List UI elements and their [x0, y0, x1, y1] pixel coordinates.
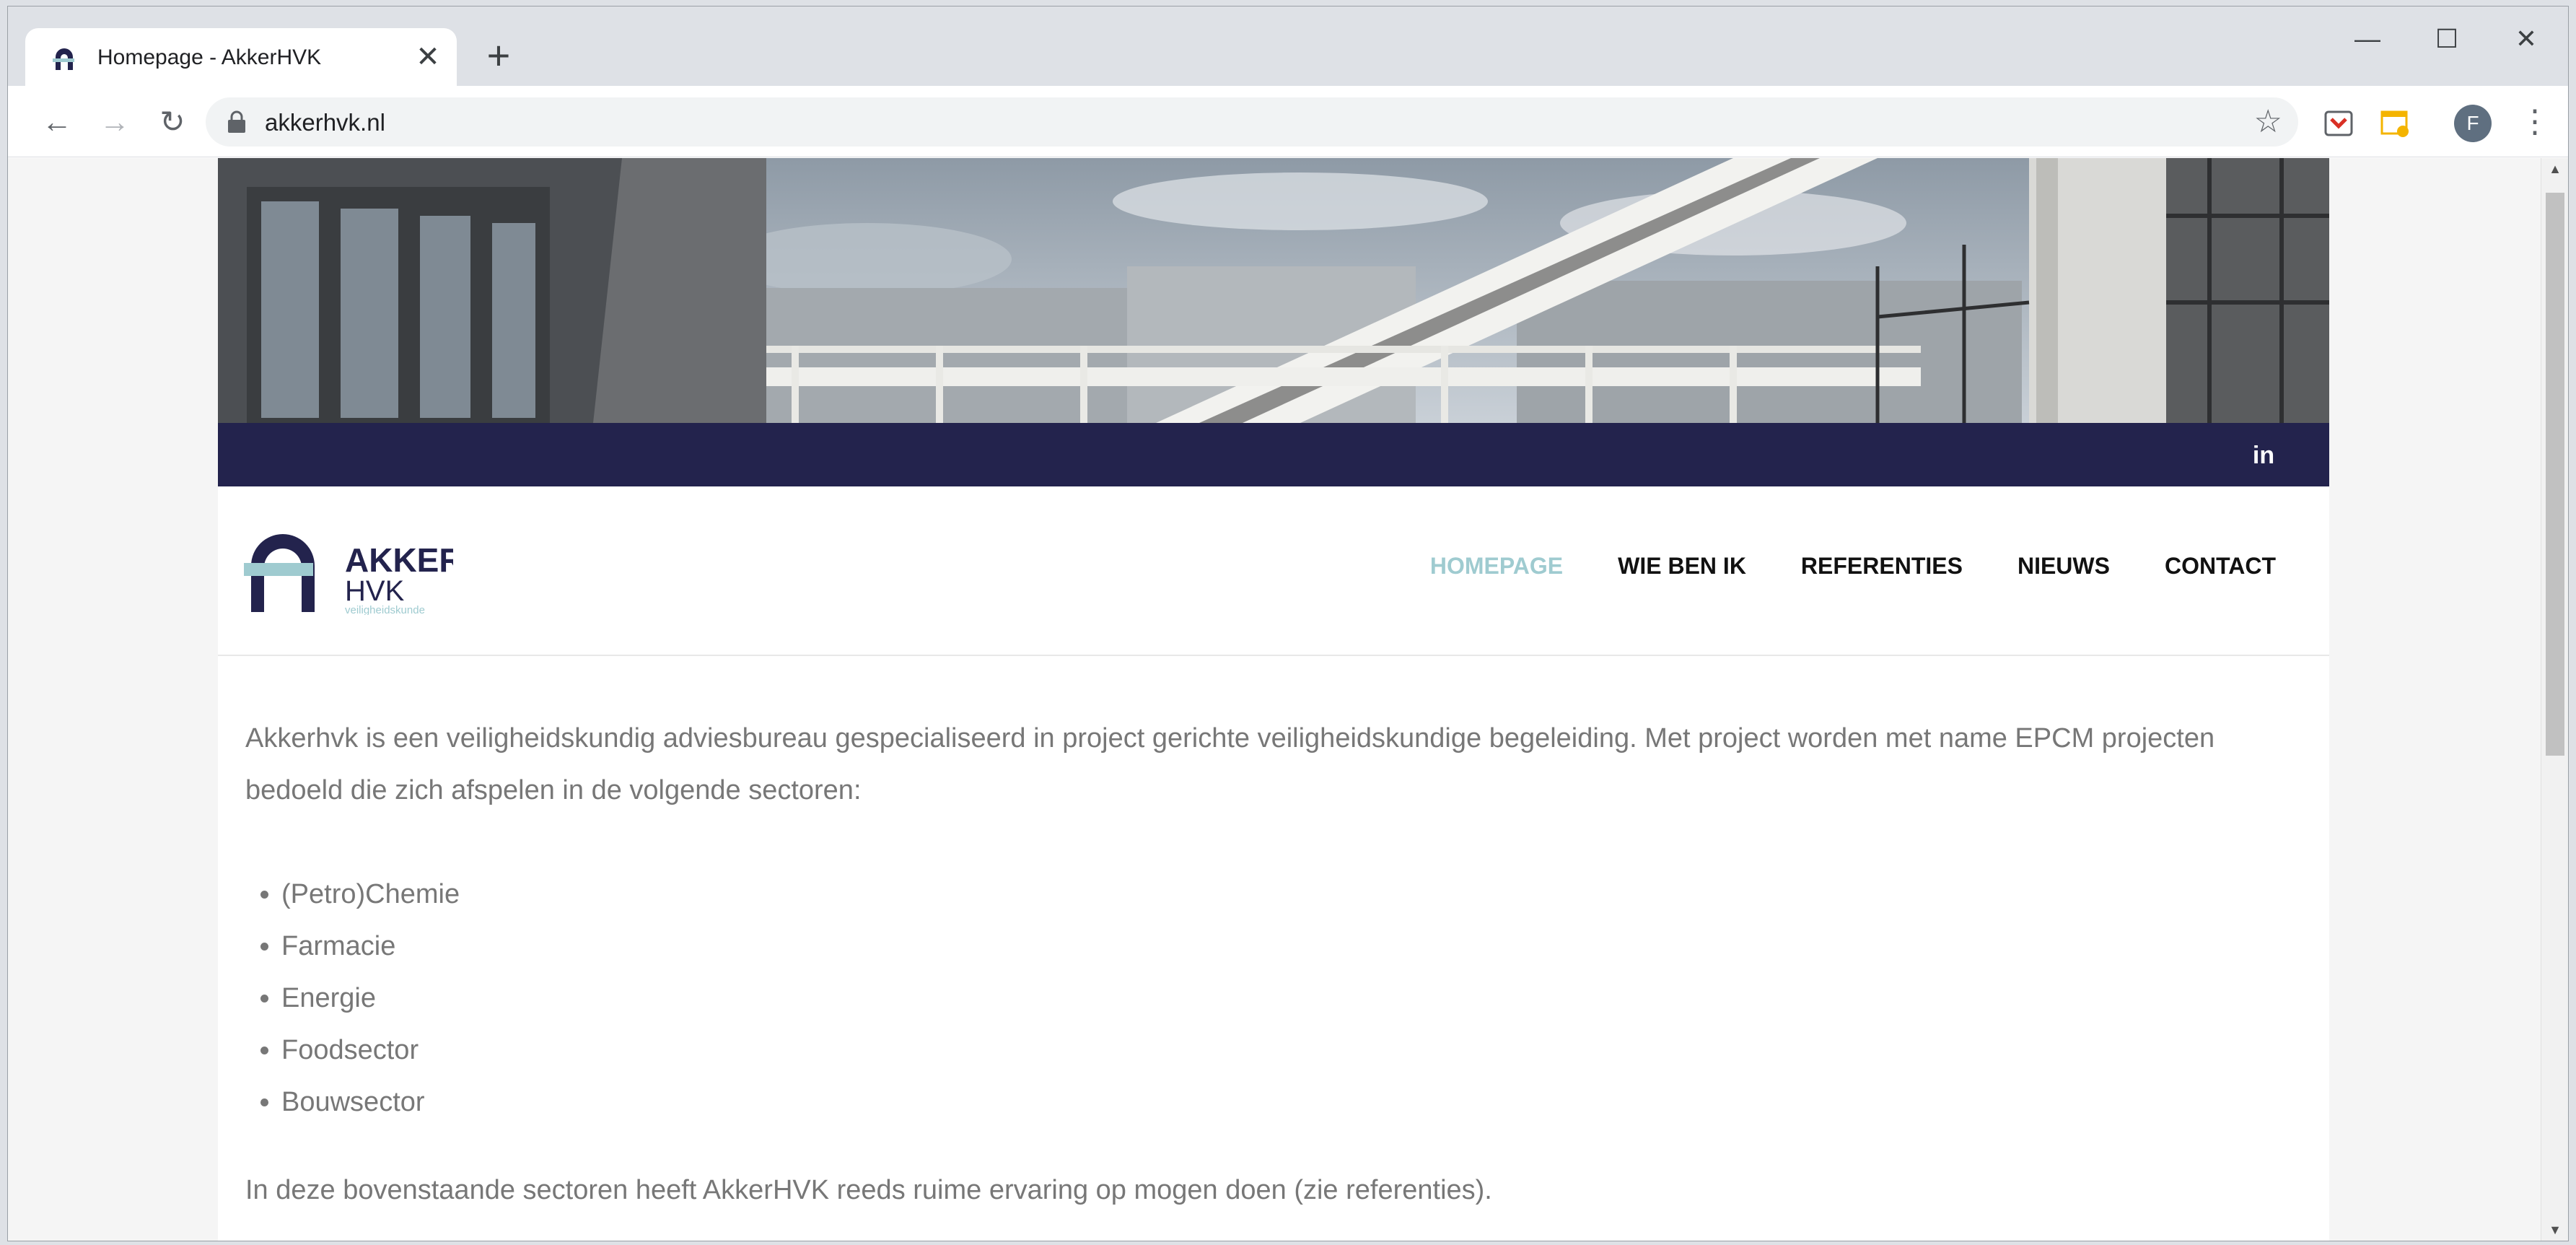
site-header: AKKER HVK veiligheidskunde HOMEPAGE WIE … [218, 486, 2329, 656]
site-favicon-icon [53, 48, 74, 70]
logo-tagline: veiligheidskunde [345, 604, 425, 615]
sector-list: (Petro)Chemie Farmacie Energie Foodsecto… [245, 868, 2309, 1128]
maximize-icon[interactable]: ☐ [2411, 14, 2483, 64]
nav-nieuws[interactable]: NIEUWS [2018, 553, 2110, 580]
main-content: Akkerhvk is een veiligheidskundig advies… [245, 712, 2309, 1216]
browser-toolbar: ← → ↻ akkerhvk.nl ☆ F ⋮ [8, 87, 2568, 157]
list-item: Energie [281, 972, 2309, 1024]
list-item: Farmacie [281, 920, 2309, 972]
logo-line2: HVK [345, 575, 405, 607]
social-bar: in [218, 423, 2329, 486]
notes-extension-icon[interactable] [2379, 108, 2411, 139]
nav-referenties[interactable]: REFERENTIES [1801, 553, 1963, 580]
address-bar[interactable]: akkerhvk.nl ☆ [206, 97, 2298, 147]
reload-icon[interactable]: ↻ [149, 99, 196, 145]
list-item: Foodsector [281, 1024, 2309, 1076]
nav-wie-ben-ik[interactable]: WIE BEN IK [1618, 553, 1746, 580]
bookmark-star-icon[interactable]: ☆ [2254, 105, 2282, 139]
hero-banner-image [218, 158, 2329, 423]
lock-icon [228, 110, 245, 133]
minimize-icon[interactable]: — [2331, 14, 2404, 64]
outro-paragraph: In deze bovenstaande sectoren heeft Akke… [245, 1175, 1492, 1205]
page-scrollbar[interactable]: ▲ ▼ [2541, 158, 2568, 1241]
nav-contact[interactable]: CONTACT [2165, 553, 2276, 580]
new-tab-button[interactable]: + [477, 35, 520, 79]
browser-menu-icon[interactable]: ⋮ [2519, 102, 2551, 145]
browser-window: Homepage - AkkerHVK ✕ + — ☐ ✕ ← → ↻ akke… [7, 6, 2569, 1241]
tab-title: Homepage - AkkerHVK [97, 45, 322, 69]
profile-avatar[interactable]: F [2454, 105, 2492, 142]
linkedin-icon[interactable]: in [2250, 442, 2277, 469]
scrollbar-thumb[interactable] [2546, 193, 2564, 756]
website-container: in AKKER HVK veiligheidskunde HOMEPAGE W… [218, 158, 2329, 1241]
close-window-icon[interactable]: ✕ [2490, 14, 2562, 64]
main-navigation: HOMEPAGE WIE BEN IK REFERENTIES NIEUWS C… [1375, 553, 2276, 580]
active-tab[interactable]: Homepage - AkkerHVK ✕ [25, 28, 457, 87]
scroll-up-arrow-icon[interactable]: ▲ [2541, 158, 2568, 180]
forward-arrow-icon[interactable]: → [92, 99, 138, 145]
logo-line1: AKKER [345, 541, 453, 579]
list-item: Bouwsector [281, 1076, 2309, 1128]
tab-strip: Homepage - AkkerHVK ✕ + — ☐ ✕ [8, 6, 2568, 87]
list-item: (Petro)Chemie [281, 868, 2309, 920]
url-text[interactable]: akkerhvk.nl [265, 109, 385, 136]
page-viewport: in AKKER HVK veiligheidskunde HOMEPAGE W… [8, 158, 2541, 1241]
pocket-extension-icon[interactable] [2323, 108, 2354, 139]
intro-paragraph: Akkerhvk is een veiligheidskundig advies… [245, 723, 2215, 805]
nav-homepage[interactable]: HOMEPAGE [1430, 553, 1563, 580]
scroll-down-arrow-icon[interactable]: ▼ [2541, 1219, 2568, 1241]
back-arrow-icon[interactable]: ← [34, 99, 80, 145]
akkerhvk-logo[interactable]: AKKER HVK veiligheidskunde [244, 528, 453, 615]
close-tab-icon[interactable]: ✕ [411, 40, 445, 74]
